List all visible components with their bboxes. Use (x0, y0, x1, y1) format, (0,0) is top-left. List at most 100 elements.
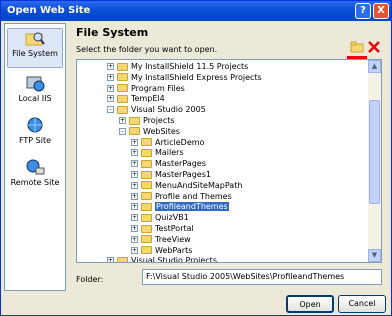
folder-search-icon (25, 32, 45, 46)
tree-item-label: MasterPages1 (155, 170, 211, 179)
expand-toggle-icon[interactable]: + (131, 203, 138, 211)
expand-toggle-icon[interactable]: + (131, 171, 138, 178)
tree-item-label: Visual Studio Projects (131, 256, 217, 263)
tree-item-label: ProfileandThemes (155, 202, 229, 212)
folder-icon (117, 94, 128, 103)
folder-icon (141, 148, 152, 157)
tree-item[interactable]: + TreeView (131, 234, 191, 245)
expand-toggle-icon[interactable]: + (107, 84, 114, 92)
globe-icon (26, 76, 45, 92)
tree-item-label: TreeView (155, 234, 191, 244)
expand-toggle-icon[interactable]: + (131, 160, 138, 168)
folder-icon (141, 170, 152, 179)
tree-item[interactable]: + Program Files (107, 83, 185, 94)
expand-toggle-icon[interactable]: + (131, 214, 138, 222)
folder-icon (117, 84, 128, 93)
tree-item[interactable]: + My InstallShield 11.5 Projects (107, 61, 248, 72)
tree-item-label: MenuAndSiteMapPath (155, 180, 243, 190)
nav-remote-site-label: Remote Site (10, 178, 60, 187)
location-sidebar: File System Local IIS FTP Site Remote Si… (4, 23, 66, 291)
tree-item[interactable]: + MasterPages1 (131, 169, 211, 180)
expand-toggle-icon[interactable]: + (107, 63, 114, 70)
folder-icon (141, 159, 152, 168)
folder-tree[interactable]: ▲ ▼ + My InstallShield 11.5 Projects + My I… (76, 59, 382, 263)
expand-toggle-icon[interactable]: + (131, 149, 138, 157)
folder-icon (117, 256, 128, 262)
nav-local-iis-label: Local IIS (18, 94, 52, 103)
remote-site-icon (26, 159, 45, 175)
ftp-icon (27, 117, 43, 133)
tree-item[interactable]: + ArticleDemo (131, 137, 204, 148)
folder-icon (141, 181, 152, 190)
folder-icon (141, 213, 152, 222)
tree-item[interactable]: + Projects (119, 115, 175, 126)
folder-label: Folder: (76, 275, 104, 284)
tree-item[interactable]: + MenuAndSiteMapPath (131, 180, 242, 191)
tree-item-label: Projects (143, 116, 175, 125)
folder-icon (141, 235, 152, 244)
expand-toggle-icon[interactable]: + (119, 117, 126, 124)
folder-path-input[interactable]: F:\Visual Studio 2005\WebSites\Profilean… (142, 269, 382, 285)
window-title: Open Web Site (7, 5, 91, 16)
expand-toggle-icon[interactable]: + (131, 246, 138, 254)
nav-file-system-label: File System (12, 49, 58, 58)
tree-item-label: QuizVB1 (155, 213, 189, 223)
tree-item[interactable]: + ProfileandThemes (131, 201, 229, 212)
help-button[interactable]: ? (355, 3, 371, 19)
expand-toggle-icon[interactable]: + (107, 73, 114, 81)
tree-item-label: Program Files (131, 83, 185, 93)
expand-toggle-icon[interactable]: + (131, 138, 138, 146)
cancel-button[interactable]: Cancel (338, 295, 386, 313)
tree-item[interactable]: + Visual Studio Projects (107, 255, 217, 263)
nav-ftp-site[interactable]: FTP Site (7, 116, 63, 152)
tree-item-label: WebParts (155, 245, 193, 255)
tree-item[interactable]: + WebParts (131, 245, 192, 256)
tree-item-label: My InstallShield Express Projects (131, 72, 262, 82)
tree-item[interactable]: - WebSites (119, 126, 180, 137)
expand-toggle-icon[interactable]: - (119, 127, 126, 135)
tree-item-label: MasterPages (155, 159, 206, 169)
tree-item[interactable]: + TempEl4 (107, 93, 165, 104)
nav-file-system[interactable]: File System (7, 28, 63, 68)
page-title: File System (76, 26, 149, 39)
nav-remote-site[interactable]: Remote Site (7, 158, 63, 194)
open-button[interactable]: Open (286, 295, 334, 313)
tree-item[interactable]: - Visual Studio 2005 (107, 104, 206, 115)
scroll-down-button[interactable]: ▼ (368, 249, 381, 262)
tree-item[interactable]: + My InstallShield Express Projects (107, 72, 262, 83)
folder-icon (141, 138, 152, 147)
tree-item[interactable]: + Mailers (131, 147, 184, 158)
folder-icon (129, 116, 140, 125)
expand-toggle-icon[interactable]: + (131, 192, 138, 200)
open-web-site-dialog: Open Web Site ? X File System Local IIS … (0, 0, 392, 316)
expand-toggle-icon[interactable]: + (131, 235, 138, 243)
folder-icon (141, 246, 152, 255)
expand-toggle-icon[interactable]: + (107, 95, 114, 103)
nav-local-iis[interactable]: Local IIS (7, 74, 63, 110)
scroll-thumb[interactable] (369, 100, 380, 204)
folder-icon (141, 202, 152, 211)
new-folder-icon[interactable] (350, 41, 364, 53)
tree-item[interactable]: + Profile and Themes (131, 191, 232, 202)
tree-item-label: Mailers (155, 148, 184, 158)
vertical-scrollbar[interactable]: ▲ ▼ (368, 60, 381, 262)
tree-item[interactable]: + MasterPages (131, 158, 206, 169)
tree-item-label: ArticleDemo (155, 137, 205, 147)
folder-icon (117, 62, 128, 71)
expand-toggle-icon[interactable]: + (107, 257, 114, 262)
tree-item[interactable]: + TestPortal (131, 223, 194, 234)
tree-item-label: Profile and Themes (155, 191, 232, 201)
folder-icon (117, 73, 128, 82)
tree-item[interactable]: + QuizVB1 (131, 212, 189, 223)
scroll-up-button[interactable]: ▲ (368, 60, 381, 73)
folder-icon (141, 192, 152, 201)
instruction-text: Select the folder you want to open. (76, 45, 218, 54)
expand-toggle-icon[interactable]: + (131, 181, 138, 189)
close-button[interactable]: X (373, 3, 389, 19)
delete-icon[interactable] (367, 41, 381, 53)
expand-toggle-icon[interactable]: + (131, 225, 138, 232)
tree-item-label: TestPortal (155, 224, 194, 233)
tree-item-label: My InstallShield 11.5 Projects (131, 62, 249, 71)
expand-toggle-icon[interactable]: - (107, 106, 114, 114)
folder-icon (129, 127, 140, 136)
